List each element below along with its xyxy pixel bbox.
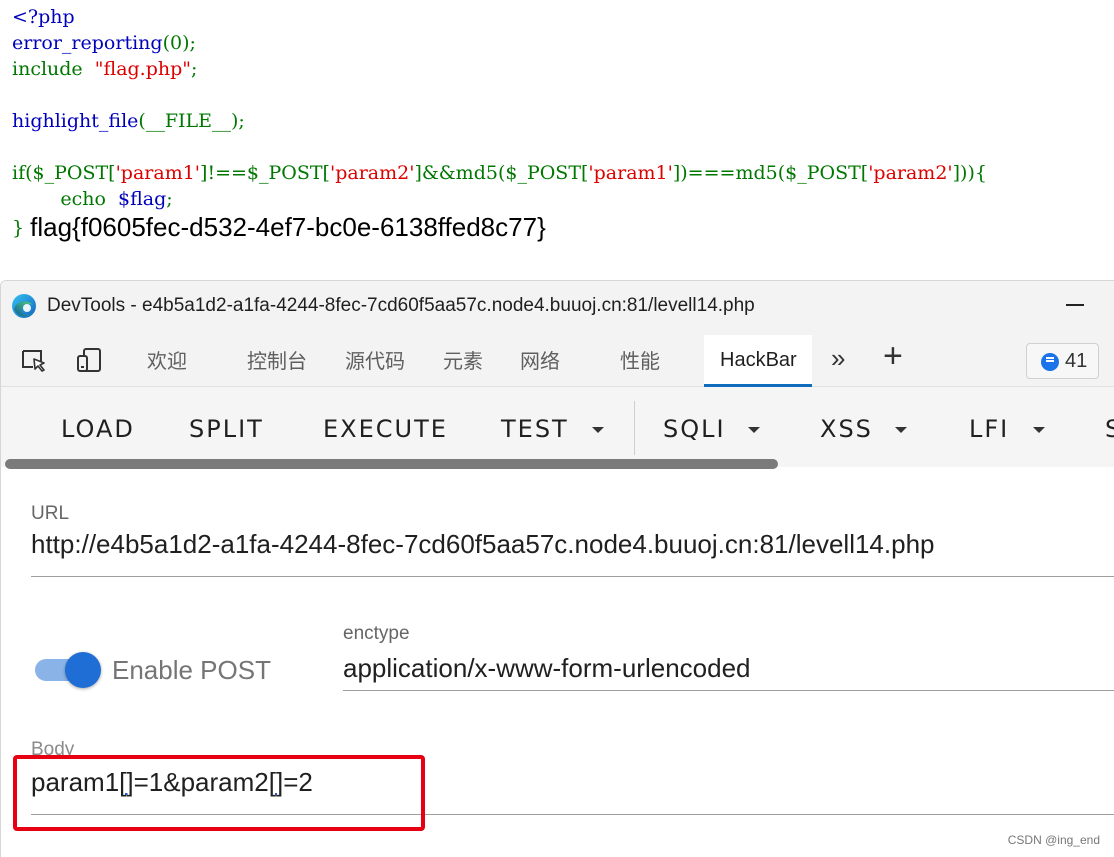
toggle-knob [65, 652, 101, 688]
tab-sources[interactable]: 源代码 [345, 345, 405, 374]
minimize-button[interactable] [1066, 304, 1084, 306]
load-button[interactable]: LOAD [61, 415, 135, 443]
lfi-button[interactable]: LFI [969, 415, 1009, 443]
enctype-underline [343, 690, 1114, 691]
xss-button[interactable]: XSS [820, 415, 873, 443]
url-underline [31, 576, 1114, 577]
php-source: <?php error_reporting(0); include "flag.… [12, 4, 987, 242]
flag-output: flag{f0605fec-d532-4ef7-bc0e-6138ffed8c7… [30, 212, 546, 242]
source-line-4 [12, 82, 987, 108]
source-line-7: if($_POST['param1']!==$_POST['param2']&&… [12, 162, 987, 184]
device-emulation-icon[interactable] [75, 345, 105, 375]
test-dropdown-icon[interactable] [592, 427, 604, 433]
lfi-dropdown-icon[interactable] [1033, 427, 1045, 433]
messages-badge[interactable]: 41 [1026, 343, 1099, 379]
url-input[interactable]: http://e4b5a1d2-a1fa-4244-8fec-7cd60f5aa… [31, 529, 935, 560]
toolbar-divider [634, 401, 635, 455]
watermark: CSDN @ing_end [1007, 833, 1100, 847]
source-line-3: include "flag.php"; [12, 58, 198, 80]
source-line-2: error_reporting(0); [12, 32, 196, 54]
highlight-annotation-box [13, 755, 425, 831]
add-tab-icon[interactable]: + [883, 337, 903, 376]
toolbar-scrollbar[interactable] [5, 459, 778, 469]
tab-network[interactable]: 网络 [520, 345, 560, 374]
sqli-button[interactable]: SQLI [663, 415, 726, 443]
source-line-5: highlight_file(__FILE__); [12, 110, 245, 132]
inspect-element-icon[interactable] [19, 345, 49, 375]
split-button[interactable]: SPLIT [189, 415, 264, 443]
tab-elements[interactable]: 元素 [443, 345, 483, 374]
execute-button[interactable]: EXECUTE [323, 415, 448, 443]
tab-console[interactable]: 控制台 [247, 345, 307, 374]
source-line-6 [12, 134, 987, 160]
source-line-8: echo $flag; [60, 188, 173, 210]
title-bar: DevTools - e4b5a1d2-a1fa-4244-8fec-7cd60… [1, 281, 1114, 329]
message-icon [1041, 353, 1059, 371]
enctype-select[interactable]: application/x-www-form-urlencoded [343, 653, 751, 684]
xss-dropdown-icon[interactable] [895, 427, 907, 433]
test-button[interactable]: TEST [501, 415, 569, 443]
truncated-toolbar-button[interactable]: S [1105, 415, 1114, 443]
more-tabs-icon[interactable]: » [831, 343, 845, 374]
devtools-window: DevTools - e4b5a1d2-a1fa-4244-8fec-7cd60… [0, 280, 1114, 857]
window-title: DevTools - e4b5a1d2-a1fa-4244-8fec-7cd60… [47, 295, 755, 316]
enable-post-toggle[interactable] [35, 652, 101, 688]
source-line-9: } flag{f0605fec-d532-4ef7-bc0e-6138ffed8… [12, 212, 546, 242]
message-count: 41 [1065, 350, 1088, 372]
devtools-tabs: 欢迎 控制台 源代码 元素 网络 性能 HackBar » + [1, 329, 1114, 387]
tab-performance[interactable]: 性能 [620, 345, 660, 374]
url-label: URL [31, 503, 70, 524]
enctype-label: enctype [343, 623, 410, 644]
source-line-1: <?php [12, 6, 75, 28]
tab-hackbar[interactable]: HackBar [704, 335, 812, 387]
hackbar-toolbar: LOAD SPLIT EXECUTE TEST SQLI XSS LFI S [1, 387, 1114, 467]
tab-welcome[interactable]: 欢迎 [147, 345, 187, 374]
enable-post-label: Enable POST [112, 655, 271, 685]
edge-browser-icon [12, 294, 36, 318]
sqli-dropdown-icon[interactable] [748, 427, 760, 433]
